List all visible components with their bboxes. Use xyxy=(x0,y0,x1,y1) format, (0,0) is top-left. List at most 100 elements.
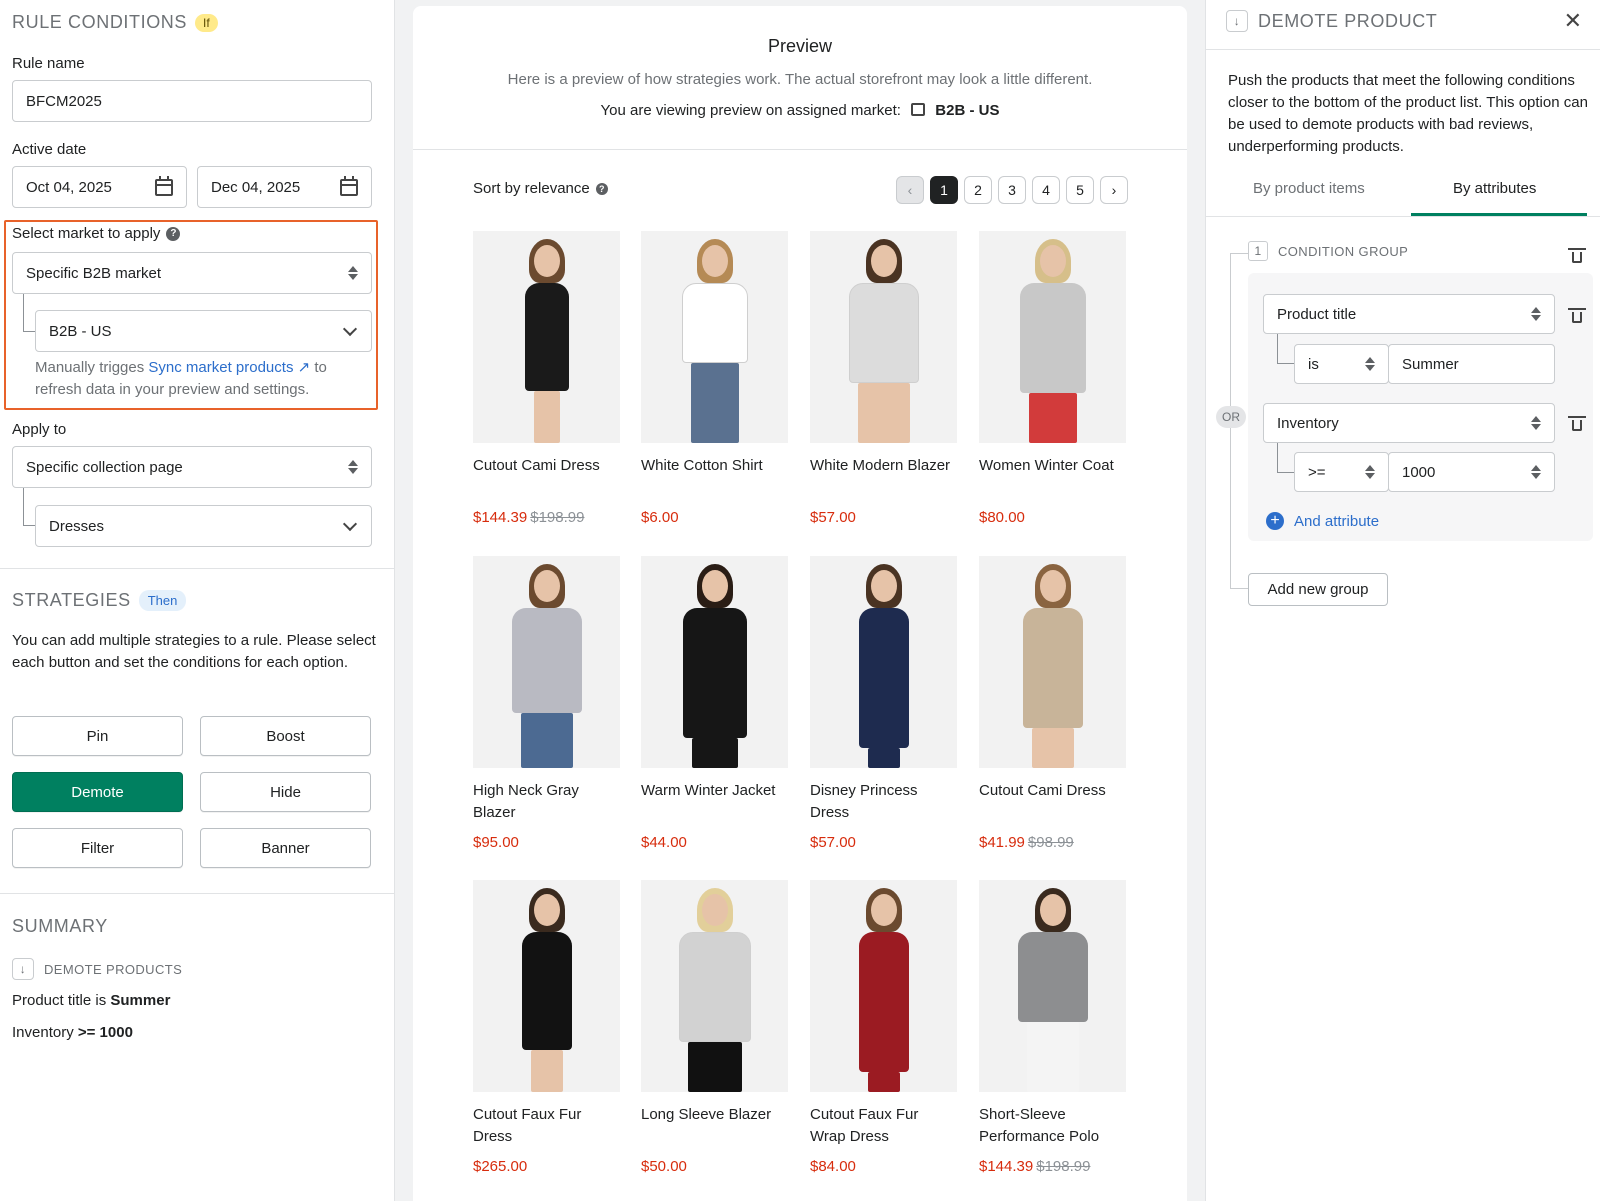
product-card[interactable]: Women Winter Coat $80.00 xyxy=(979,231,1126,526)
product-name[interactable]: Warm Winter Jacket xyxy=(641,780,788,824)
product-name[interactable]: White Modern Blazer xyxy=(810,455,957,499)
page-5-button[interactable]: 5 xyxy=(1066,176,1094,204)
market-select[interactable]: Specific B2B market xyxy=(12,252,372,294)
end-date-input[interactable]: Dec 04, 2025 xyxy=(197,166,372,208)
product-price: $50.00 xyxy=(641,1158,687,1175)
delete-group-icon[interactable] xyxy=(1568,247,1586,263)
market-sub-select[interactable]: B2B - US xyxy=(35,310,372,352)
prev-page-button[interactable]: ‹ xyxy=(896,176,924,204)
page-2-button[interactable]: 2 xyxy=(964,176,992,204)
product-card[interactable]: White Cotton Shirt $6.00 xyxy=(641,231,788,526)
page-1-button[interactable]: 1 xyxy=(930,176,958,204)
product-image[interactable] xyxy=(641,231,788,443)
filter-button[interactable]: Filter xyxy=(12,828,183,868)
divider xyxy=(0,893,395,894)
summary-line-1-label: Product title is xyxy=(12,992,107,1009)
product-card[interactable]: Disney Princess Dress $57.00 xyxy=(810,556,957,851)
strategies-title: STRATEGIES xyxy=(12,590,131,610)
product-compare-price: $198.99 xyxy=(1036,1158,1091,1175)
condition-2-value-select[interactable]: 1000 xyxy=(1388,452,1555,492)
hint-prefix: Manually trigges xyxy=(35,359,145,376)
tab-by-attributes[interactable]: By attributes xyxy=(1453,180,1536,197)
start-date-input[interactable]: Oct 04, 2025 xyxy=(12,166,187,208)
product-card[interactable]: Short-Sleeve Performance Polo $144.39 $198… xyxy=(979,880,1126,1175)
product-card[interactable]: High Neck Gray Blazer $95.00 xyxy=(473,556,620,851)
product-image[interactable] xyxy=(473,231,620,443)
model-garment xyxy=(521,932,572,1050)
product-price: $144.39 xyxy=(979,1158,1034,1175)
condition-2-field-select[interactable]: Inventory xyxy=(1263,403,1555,443)
condition-1-value-input[interactable]: Summer xyxy=(1388,344,1555,384)
tree-connector xyxy=(1277,443,1294,473)
delete-condition-icon[interactable] xyxy=(1568,415,1586,431)
app: RULE CONDITIONS If Rule name BFCM2025 Ac… xyxy=(0,0,1600,1201)
banner-button[interactable]: Banner xyxy=(200,828,371,868)
product-card[interactable]: White Modern Blazer $57.00 xyxy=(810,231,957,526)
tab-by-product-items[interactable]: By product items xyxy=(1253,180,1365,197)
demote-button[interactable]: Demote xyxy=(12,772,183,812)
rule-name-input[interactable]: BFCM2025 xyxy=(12,80,372,122)
chevron-down-icon xyxy=(342,321,358,336)
product-name[interactable]: Short-Sleeve Performance Polo xyxy=(979,1104,1126,1148)
product-name[interactable]: Cutout Faux Fur Wrap Dress xyxy=(810,1104,957,1148)
condition-1-operator-select[interactable]: is xyxy=(1294,344,1389,384)
product-card[interactable]: Cutout Cami Dress $144.39 $198.99 xyxy=(473,231,620,526)
model-garment xyxy=(858,608,909,748)
product-image[interactable] xyxy=(473,880,620,1092)
product-card[interactable]: Long Sleeve Blazer $50.00 xyxy=(641,880,788,1175)
next-page-button[interactable]: › xyxy=(1100,176,1128,204)
page-3-button[interactable]: 3 xyxy=(998,176,1026,204)
and-attribute-button[interactable]: + And attribute xyxy=(1266,512,1379,530)
sort-dropdown[interactable]: Sort by relevance ? xyxy=(473,180,608,197)
product-card[interactable]: Cutout Faux Fur Dress $265.00 xyxy=(473,880,620,1175)
apply-to-select[interactable]: Specific collection page xyxy=(12,446,372,488)
product-image[interactable] xyxy=(979,880,1126,1092)
close-icon[interactable]: ✕ xyxy=(1564,8,1582,34)
product-compare-price: $98.99 xyxy=(1027,834,1074,851)
condition-2-operator-select[interactable]: >= xyxy=(1294,452,1389,492)
collection-select[interactable]: Dresses xyxy=(35,505,372,547)
product-image[interactable] xyxy=(810,231,957,443)
product-name[interactable]: Women Winter Coat xyxy=(979,455,1126,499)
product-compare-price: $198.99 xyxy=(530,509,585,526)
product-name[interactable]: Long Sleeve Blazer xyxy=(641,1104,788,1148)
product-image[interactable] xyxy=(979,231,1126,443)
product-name[interactable]: Disney Princess Dress xyxy=(810,780,957,824)
boost-button[interactable]: Boost xyxy=(200,716,371,756)
product-name[interactable]: Cutout Cami Dress xyxy=(979,780,1126,824)
model-head xyxy=(533,570,560,602)
product-image[interactable] xyxy=(979,556,1126,768)
hide-button[interactable]: Hide xyxy=(200,772,371,812)
product-name[interactable]: Cutout Faux Fur Dress xyxy=(473,1104,620,1148)
product-image[interactable] xyxy=(473,556,620,768)
external-link-icon: ↗ xyxy=(297,359,311,376)
product-image[interactable] xyxy=(810,556,957,768)
calendar-icon[interactable] xyxy=(340,175,358,196)
condition-group-title: CONDITION GROUP xyxy=(1278,243,1409,259)
group-number: 1 xyxy=(1248,241,1268,261)
product-card[interactable]: Cutout Cami Dress $41.99 $98.99 xyxy=(979,556,1126,851)
add-new-group-button[interactable]: Add new group xyxy=(1248,573,1388,606)
divider xyxy=(1206,216,1600,217)
delete-condition-icon[interactable] xyxy=(1568,307,1586,323)
product-price-row: $144.39 $198.99 xyxy=(473,509,620,526)
product-image[interactable] xyxy=(641,880,788,1092)
sync-market-link[interactable]: Sync market products ↗ xyxy=(148,359,310,376)
model-head xyxy=(870,570,897,602)
calendar-icon[interactable] xyxy=(155,175,173,196)
help-icon[interactable]: ? xyxy=(595,182,608,195)
product-name[interactable]: White Cotton Shirt xyxy=(641,455,788,499)
page-4-button[interactable]: 4 xyxy=(1032,176,1060,204)
product-card[interactable]: Warm Winter Jacket $44.00 xyxy=(641,556,788,851)
product-name[interactable]: Cutout Cami Dress xyxy=(473,455,620,499)
product-name[interactable]: High Neck Gray Blazer xyxy=(473,780,620,824)
product-price-row: $144.39 $198.99 xyxy=(979,1158,1126,1175)
product-image[interactable] xyxy=(641,556,788,768)
product-card[interactable]: Cutout Faux Fur Wrap Dress $84.00 xyxy=(810,880,957,1175)
product-price: $41.99 xyxy=(979,834,1025,851)
product-image[interactable] xyxy=(810,880,957,1092)
active-date-label: Active date xyxy=(12,141,87,158)
help-icon[interactable]: ? xyxy=(166,226,181,241)
pin-button[interactable]: Pin xyxy=(12,716,183,756)
condition-1-field-select[interactable]: Product title xyxy=(1263,294,1555,334)
